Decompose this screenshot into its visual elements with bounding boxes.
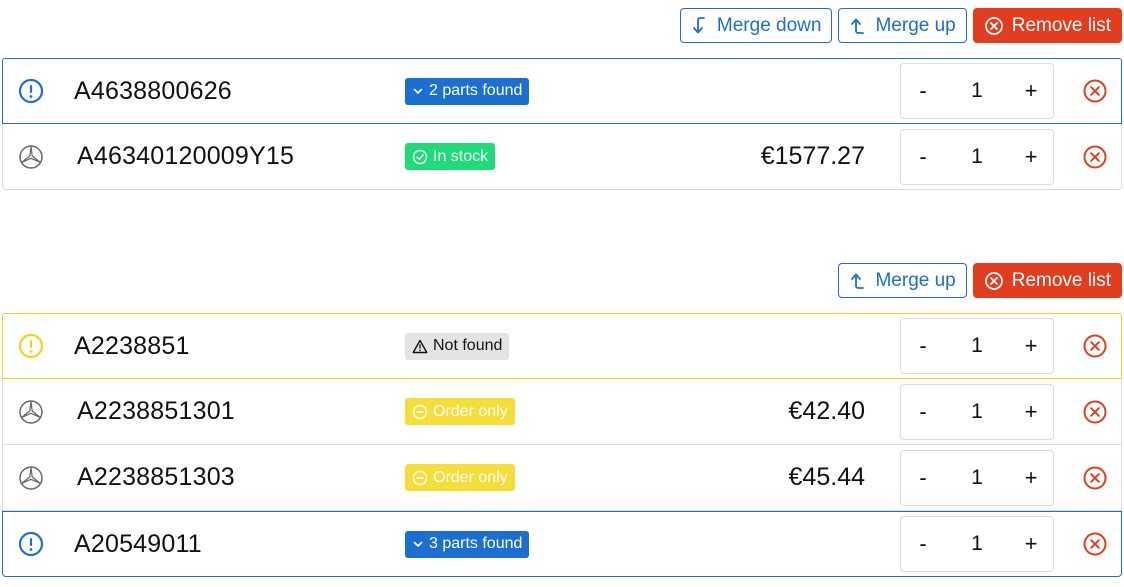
merge-down-icon bbox=[693, 16, 705, 33]
quantity-stepper: - 1 + bbox=[900, 383, 1054, 440]
list-item[interactable]: A2238851301 Order only €42.40 - 1 + bbox=[2, 379, 1122, 445]
decrement-button[interactable]: - bbox=[901, 465, 945, 491]
remove-item-icon[interactable] bbox=[1082, 531, 1108, 557]
merge-up-icon bbox=[851, 18, 865, 34]
increment-button[interactable]: + bbox=[1009, 531, 1053, 557]
warning-triangle-icon bbox=[412, 339, 428, 353]
close-circle-icon bbox=[984, 271, 1003, 290]
badge-label: In stock bbox=[433, 147, 489, 165]
list-2-toolbar: Merge up Remove list bbox=[838, 263, 1122, 298]
quantity-stepper: - 1 + bbox=[900, 318, 1054, 374]
quantity-stepper: - 1 + bbox=[900, 63, 1054, 119]
merge-up-label: Merge up bbox=[875, 14, 956, 36]
part-number: A2238851 bbox=[74, 331, 190, 360]
remove-item-icon[interactable] bbox=[1082, 399, 1108, 425]
list-item[interactable]: A2238851303 Order only €45.44 - 1 + bbox=[2, 445, 1122, 511]
check-circle-icon bbox=[412, 149, 428, 164]
merge-up-icon bbox=[851, 273, 865, 289]
remove-list-button[interactable]: Remove list bbox=[972, 8, 1122, 43]
part-number: A46340120009Y15 bbox=[77, 142, 295, 170]
list-item[interactable]: A20549011 3 parts found - 1 + bbox=[2, 511, 1122, 577]
decrement-button[interactable]: - bbox=[901, 333, 945, 359]
part-number: A20549011 bbox=[74, 529, 202, 558]
decrement-button[interactable]: - bbox=[901, 78, 945, 104]
not-found-badge: Not found bbox=[405, 332, 510, 360]
quantity-stepper: - 1 + bbox=[900, 128, 1054, 185]
price: €1577.27 bbox=[760, 142, 865, 170]
mercedes-star-icon bbox=[18, 144, 44, 170]
minus-circle-icon bbox=[412, 470, 428, 485]
remove-item-icon[interactable] bbox=[1082, 144, 1108, 170]
quantity-value[interactable]: 1 bbox=[945, 466, 1009, 490]
list-item[interactable]: A2238851 Not found - 1 + bbox=[2, 313, 1122, 379]
decrement-button[interactable]: - bbox=[901, 531, 945, 557]
list-item[interactable]: A4638800626 2 parts found - 1 + bbox=[2, 58, 1122, 124]
close-circle-icon bbox=[984, 16, 1003, 35]
remove-list-label: Remove list bbox=[1011, 269, 1111, 291]
badge-label: Order only bbox=[433, 402, 508, 420]
decrement-button[interactable]: - bbox=[901, 144, 945, 170]
chevron-down-icon bbox=[413, 541, 423, 548]
increment-button[interactable]: + bbox=[1009, 465, 1053, 491]
quantity-stepper: - 1 + bbox=[900, 449, 1054, 506]
list-1-toolbar: Merge down Merge up Remove list bbox=[679, 8, 1122, 43]
badge-label: 3 parts found bbox=[429, 535, 523, 552]
remove-item-icon[interactable] bbox=[1082, 78, 1108, 104]
parts-list-2: A2238851 Not found - 1 + A2238851301 Ord… bbox=[2, 313, 1122, 577]
quantity-stepper: - 1 + bbox=[900, 516, 1054, 572]
merge-up-label: Merge up bbox=[875, 269, 956, 291]
merge-down-label: Merge down bbox=[716, 14, 822, 36]
increment-button[interactable]: + bbox=[1009, 333, 1053, 359]
warning-circle-icon bbox=[18, 333, 44, 359]
part-number: A2238851301 bbox=[77, 397, 235, 425]
merge-up-button[interactable]: Merge up bbox=[838, 8, 967, 43]
part-number: A4638800626 bbox=[74, 76, 232, 105]
increment-button[interactable]: + bbox=[1009, 144, 1053, 170]
quantity-value[interactable]: 1 bbox=[945, 145, 1009, 169]
parts-list-1: A4638800626 2 parts found - 1 + A4634012… bbox=[2, 58, 1122, 190]
merge-down-button[interactable]: Merge down bbox=[679, 8, 833, 43]
parts-found-badge[interactable]: 2 parts found bbox=[405, 77, 530, 105]
remove-list-button[interactable]: Remove list bbox=[972, 263, 1122, 298]
list-item[interactable]: A46340120009Y15 In stock €1577.27 - 1 + bbox=[2, 124, 1122, 190]
info-circle-icon bbox=[18, 531, 44, 557]
chevron-down-icon bbox=[413, 88, 423, 95]
remove-list-label: Remove list bbox=[1011, 14, 1111, 36]
minus-circle-icon bbox=[412, 404, 428, 419]
decrement-button[interactable]: - bbox=[901, 399, 945, 425]
increment-button[interactable]: + bbox=[1009, 399, 1053, 425]
mercedes-star-icon bbox=[18, 399, 44, 425]
in-stock-badge: In stock bbox=[405, 143, 496, 170]
badge-label: Not found bbox=[433, 337, 503, 354]
order-only-badge: Order only bbox=[405, 464, 515, 491]
quantity-value[interactable]: 1 bbox=[945, 532, 1009, 556]
quantity-value[interactable]: 1 bbox=[945, 79, 1009, 103]
order-only-badge: Order only bbox=[405, 398, 515, 425]
badge-label: 2 parts found bbox=[429, 82, 523, 99]
increment-button[interactable]: + bbox=[1009, 78, 1053, 104]
quantity-value[interactable]: 1 bbox=[945, 400, 1009, 424]
quantity-value[interactable]: 1 bbox=[945, 334, 1009, 358]
mercedes-star-icon bbox=[18, 465, 44, 491]
parts-found-badge[interactable]: 3 parts found bbox=[405, 530, 530, 558]
part-number: A2238851303 bbox=[77, 463, 235, 491]
info-circle-icon bbox=[18, 78, 44, 104]
price: €42.40 bbox=[788, 397, 865, 425]
remove-item-icon[interactable] bbox=[1082, 465, 1108, 491]
price: €45.44 bbox=[788, 463, 865, 491]
remove-item-icon[interactable] bbox=[1082, 333, 1108, 359]
badge-label: Order only bbox=[433, 468, 508, 486]
merge-up-button[interactable]: Merge up bbox=[838, 263, 967, 298]
